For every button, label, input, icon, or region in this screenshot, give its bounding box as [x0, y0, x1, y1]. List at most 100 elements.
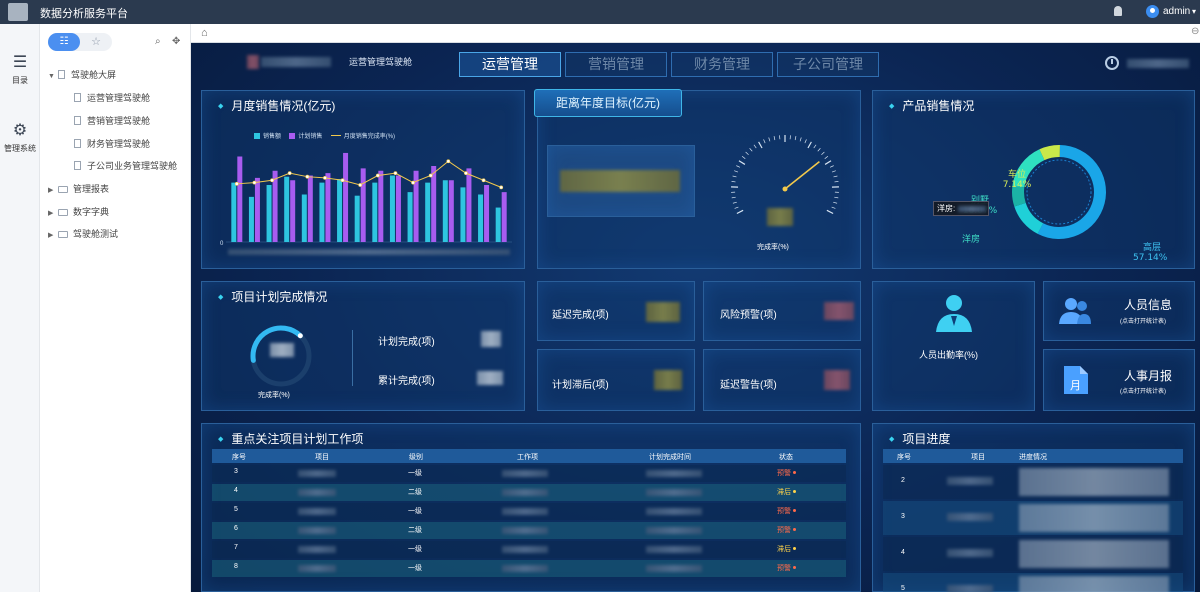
caret-right-icon: ▶: [48, 210, 54, 217]
gauge-tick: [807, 141, 812, 149]
progress-table: 序号 项目 进度情况 2 3 4 5: [883, 449, 1183, 592]
tab-finance[interactable]: 财务管理: [671, 52, 773, 77]
hr-monthly-sub: (点击打开统计表): [1120, 389, 1166, 395]
icon-rail: ☰ 目录 ⚙ 管理系统: [0, 24, 40, 592]
tree-item-subsidiary[interactable]: 子公司业务管理驾驶舱: [74, 159, 177, 172]
bar-sales: [231, 182, 237, 242]
tree-item-reports[interactable]: ▶ 管理报表: [48, 182, 109, 195]
table-row[interactable]: 4: [883, 537, 1183, 571]
chevron-down-icon[interactable]: ▾: [1192, 7, 1196, 16]
bar-plan: [466, 168, 472, 242]
col-header: 项目: [971, 454, 985, 461]
tab-list-view[interactable]: ☷: [48, 33, 80, 51]
rail-item-catalog[interactable]: ☰ 目录: [0, 52, 40, 86]
tree-item-ops[interactable]: 运营管理驾驶舱: [74, 91, 150, 104]
tree-label: 子公司业务管理驾驶舱: [87, 161, 178, 171]
gauge-tick: [741, 155, 746, 159]
cumulative-completed-label: 累计完成(项): [378, 376, 435, 387]
tree-item-dictionary[interactable]: ▶ 数字字典: [48, 205, 109, 218]
doc-icon: [74, 93, 81, 102]
point-rate: [305, 174, 310, 179]
stat-card-risk-warning[interactable]: 风险预警(项): [703, 281, 861, 341]
goal-title: 距离年度目标(亿元): [534, 89, 682, 117]
table-row[interactable]: 3: [883, 501, 1183, 535]
point-rate: [252, 180, 257, 185]
bar-plan: [501, 192, 507, 242]
dashboard-header: 运营管理驾驶舱: [221, 49, 441, 77]
doc-icon: [74, 116, 81, 125]
pin-icon[interactable]: ✥: [172, 36, 180, 47]
tree-label: 财务管理驾驶舱: [87, 139, 151, 149]
point-rate: [375, 173, 380, 178]
blurred-gauge-value: [767, 208, 793, 226]
stat-card-plan-lag[interactable]: 计划滞后(项): [537, 349, 695, 411]
attendance-label: 人员出勤率(%): [919, 350, 978, 360]
tree-item-marketing[interactable]: 营销管理驾驶舱: [74, 114, 150, 127]
col-header: 计划完成时间: [649, 454, 691, 461]
tab-subsidiary[interactable]: 子公司管理: [777, 52, 879, 77]
point-rate: [287, 171, 292, 176]
hr-info-card[interactable]: 人员信息 (点击打开统计表): [1043, 281, 1195, 341]
gauge-tick: [831, 206, 836, 209]
blurred-cell: [646, 489, 702, 496]
point-rate: [270, 178, 274, 183]
table-row[interactable]: 7 一级 滞后: [212, 541, 846, 558]
monthly-sales-panel: 月度销售情况(亿元) 销售额 计划销售 月度销售完成率(%) 0: [201, 90, 525, 269]
cell-no: 6: [234, 525, 238, 532]
ring-end-dot: [297, 333, 303, 339]
table-row[interactable]: 3 一级 预警: [212, 465, 846, 482]
col-header: 序号: [897, 454, 911, 461]
cell-no: 3: [901, 513, 905, 520]
bar-plan: [360, 168, 366, 242]
user-avatar[interactable]: [1146, 5, 1159, 18]
gauge-tick: [734, 206, 739, 209]
table-row[interactable]: 4 二级 滞后: [212, 484, 846, 501]
cell-level: 一级: [408, 565, 422, 572]
tab-marketing[interactable]: 营销管理: [565, 52, 667, 77]
home-icon[interactable]: ⌂: [201, 27, 208, 39]
gauge-tick: [831, 170, 836, 173]
tree-label: 驾驶舱大屏: [71, 70, 117, 80]
user-name[interactable]: admin: [1163, 6, 1190, 17]
gauge-tick: [799, 137, 802, 142]
cell-level: 二级: [408, 527, 422, 534]
y-tick-zero: 0: [220, 241, 224, 247]
table-row[interactable]: 8 一级 预警: [212, 560, 846, 577]
cell-level: 一级: [408, 470, 422, 477]
blurred-cell: [502, 546, 548, 553]
stat-label: 延迟警告(项): [720, 380, 777, 391]
panel-title: 项目计划完成情况: [218, 288, 327, 305]
table-row[interactable]: 5: [883, 573, 1183, 592]
close-icon[interactable]: ⊖: [1191, 26, 1199, 37]
bell-icon[interactable]: [1114, 6, 1122, 16]
table-row[interactable]: 6 二级 预警: [212, 522, 846, 539]
stat-card-delay-done[interactable]: 延迟完成(项): [537, 281, 695, 341]
bar-sales: [495, 207, 501, 242]
donut-label-pct: 7.14%: [1003, 180, 1032, 190]
blurred-cell: [646, 546, 702, 553]
table-row[interactable]: 2: [883, 465, 1183, 499]
gauge-tick: [833, 201, 838, 204]
hr-monthly-card[interactable]: 月 人事月报 (点击打开统计表): [1043, 349, 1195, 411]
tree-item-finance[interactable]: 财务管理驾驶舱: [74, 137, 150, 150]
donut-label-pct: 57.14%: [1133, 253, 1168, 263]
tab-favorites[interactable]: ☆: [80, 33, 112, 51]
tab-operations[interactable]: 运营管理: [459, 52, 561, 77]
focus-work-items-panel: 重点关注项目计划工作项 序号 项目 级别 工作项 计划完成时间 状态 3 一级 …: [201, 423, 861, 592]
stat-card-delay-warning[interactable]: 延迟警告(项): [703, 349, 861, 411]
bar-plan: [484, 185, 490, 242]
blurred-cell: [646, 527, 702, 534]
blurred-cell: [298, 508, 336, 515]
tree-item-test[interactable]: ▶ 驾驶舱测试: [48, 227, 118, 240]
monthly-sales-chart: 0: [220, 152, 512, 247]
tree-item-cockpit[interactable]: ▼ 驾驶舱大屏: [48, 68, 116, 81]
rail-item-admin[interactable]: ⚙ 管理系统: [0, 120, 40, 154]
table-header: 序号 项目 进度情况: [883, 449, 1183, 463]
stat-label: 风险预警(项): [720, 310, 777, 321]
rail-label: 管理系统: [4, 144, 36, 153]
point-rate: [340, 178, 345, 183]
gauge-tick: [736, 209, 744, 215]
search-icon[interactable]: ⌕: [155, 36, 161, 47]
gauge-tick: [834, 196, 839, 199]
table-row[interactable]: 5 一级 预警: [212, 503, 846, 520]
